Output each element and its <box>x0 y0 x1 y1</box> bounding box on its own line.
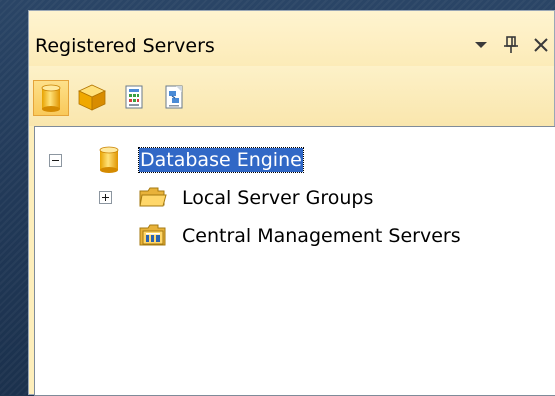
analysis-services-icon <box>78 84 106 111</box>
integration-services-icon <box>165 85 183 109</box>
pane-title: Registered Servers <box>35 35 215 57</box>
integration-services-button[interactable] <box>157 80 193 116</box>
database-engine-icon <box>41 84 61 112</box>
server-type-toolbar <box>29 66 554 126</box>
database-engine-icon <box>97 146 121 178</box>
tree-node-database-engine[interactable]: Database Engine <box>138 147 304 173</box>
reporting-services-button[interactable] <box>117 80 153 116</box>
tree-node-central-management-servers[interactable]: Central Management Servers <box>182 224 461 248</box>
registered-servers-pane: Registered Servers Database Engine Local… <box>28 10 555 396</box>
analysis-services-button[interactable] <box>75 80 111 116</box>
central-management-servers-icon <box>138 222 168 252</box>
pane-title-bar: Registered Servers <box>29 11 554 66</box>
expand-toggle-icon[interactable] <box>99 191 112 204</box>
collapse-toggle-icon[interactable] <box>49 154 62 167</box>
pane-window-controls <box>472 33 550 57</box>
window-position-dropdown-icon[interactable] <box>472 35 490 55</box>
reporting-services-icon <box>125 85 143 109</box>
folder-icon <box>138 185 168 213</box>
database-engine-button[interactable] <box>33 80 69 116</box>
auto-hide-pin-icon[interactable] <box>502 35 520 55</box>
close-icon[interactable] <box>532 35 550 55</box>
tree-node-local-server-groups[interactable]: Local Server Groups <box>182 186 373 210</box>
server-tree: Database Engine Local Server Groups Cent… <box>34 126 555 396</box>
